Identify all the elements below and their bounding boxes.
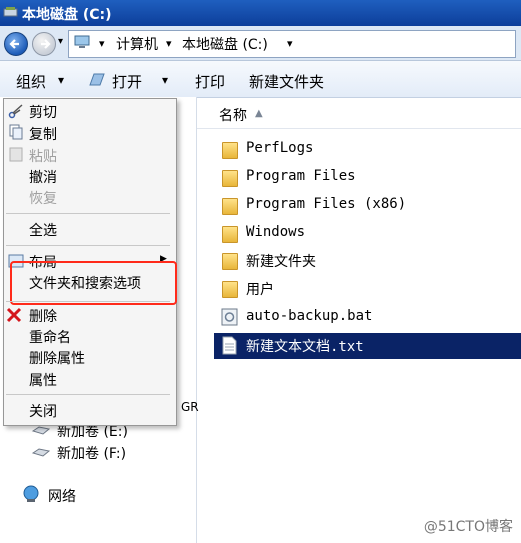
- file-name: Program Files (x86): [246, 196, 407, 212]
- open-dropdown-icon[interactable]: ▾: [162, 73, 168, 87]
- file-row[interactable]: Program Files (x86): [214, 193, 521, 219]
- watermark: @51CTO博客: [423, 519, 513, 535]
- menu-item-close[interactable]: 关闭: [29, 401, 57, 421]
- new-folder-button[interactable]: 新建文件夹: [249, 71, 324, 92]
- title-bar: 本地磁盘 (C:): [0, 0, 521, 26]
- file-row[interactable]: PerfLogs: [214, 137, 521, 163]
- folder-icon: [222, 170, 238, 187]
- file-row[interactable]: 新建文件夹: [214, 248, 521, 274]
- network-icon: [23, 485, 39, 502]
- nav-drive-f[interactable]: 新加卷 (F:): [57, 443, 126, 463]
- drive-e-icon: [31, 426, 51, 435]
- back-button[interactable]: [4, 32, 28, 56]
- menu-separator: [6, 394, 170, 395]
- scissors-icon: [8, 104, 23, 119]
- file-row[interactable]: Windows: [214, 221, 521, 247]
- paste-icon: [9, 147, 23, 162]
- computer-icon: [74, 35, 90, 48]
- delete-icon: [6, 307, 22, 323]
- batch-file-icon: [221, 308, 238, 326]
- back-arrow-icon: [9, 39, 19, 49]
- menu-item-remove-properties[interactable]: 删除属性: [29, 348, 85, 368]
- folder-icon: [222, 253, 238, 270]
- menu-item-rename[interactable]: 重命名: [29, 327, 71, 347]
- file-name: 新建文件夹: [246, 254, 316, 270]
- menu-item-select-all[interactable]: 全选: [29, 220, 57, 240]
- file-name: 用户: [246, 282, 274, 298]
- folder-icon: [222, 198, 238, 215]
- menu-item-copy[interactable]: 复制: [29, 124, 57, 144]
- drive-icon: [3, 7, 18, 17]
- column-header-name[interactable]: 名称: [219, 105, 247, 125]
- history-dropdown-icon[interactable]: ▾: [58, 36, 63, 47]
- file-name: 新建文本文档.txt: [246, 339, 364, 355]
- menu-item-cut[interactable]: 剪切: [29, 102, 57, 122]
- menu-separator: [6, 213, 170, 214]
- file-row-selected[interactable]: 新建文本文档.txt: [214, 333, 521, 359]
- menu-item-paste: 粘贴: [29, 149, 57, 165]
- window-title: 本地磁盘 (C:): [22, 7, 112, 23]
- address-dropdown-icon[interactable]: ▾: [287, 37, 293, 50]
- open-icon: [89, 73, 105, 86]
- file-name: auto-backup.bat: [246, 308, 373, 324]
- nav-network[interactable]: 网络: [48, 486, 76, 506]
- forward-arrow-icon: [41, 39, 51, 49]
- menu-item-undo[interactable]: 撤消: [29, 167, 57, 187]
- file-name: PerfLogs: [246, 140, 314, 156]
- folder-icon: [222, 142, 238, 159]
- breadcrumb-computer[interactable]: 计算机: [116, 34, 158, 54]
- text-file-icon: [222, 336, 237, 355]
- forward-button[interactable]: [32, 32, 56, 56]
- menu-item-properties[interactable]: 属性: [29, 370, 57, 390]
- organize-dropdown-icon[interactable]: ▾: [58, 73, 64, 87]
- copy-icon: [9, 124, 23, 140]
- file-row[interactable]: 用户: [214, 276, 521, 302]
- open-button[interactable]: 打开: [112, 71, 142, 92]
- sort-ascending-icon: ▲: [255, 108, 263, 119]
- breadcrumb-local-disk[interactable]: 本地磁盘 (C:): [182, 34, 268, 54]
- menu-separator: [6, 245, 170, 246]
- nav-item-fragment: GR: [181, 400, 199, 414]
- print-button[interactable]: 打印: [195, 71, 225, 92]
- highlight-annotation: [10, 261, 177, 305]
- menu-item-delete[interactable]: 删除: [29, 306, 57, 326]
- menu-item-redo: 恢复: [29, 191, 57, 207]
- folder-icon: [222, 226, 238, 243]
- file-name: Program Files: [246, 168, 356, 184]
- organize-button[interactable]: 组织: [16, 71, 46, 92]
- drive-f-icon: [31, 448, 51, 457]
- crumb-separator-icon[interactable]: ▾: [99, 37, 105, 50]
- crumb-separator-icon[interactable]: ▾: [166, 37, 172, 50]
- menu-separator: [6, 301, 170, 302]
- file-name: Windows: [246, 224, 306, 240]
- file-row[interactable]: auto-backup.bat: [214, 305, 521, 331]
- file-row[interactable]: Program Files: [214, 165, 521, 191]
- folder-icon: [222, 281, 238, 298]
